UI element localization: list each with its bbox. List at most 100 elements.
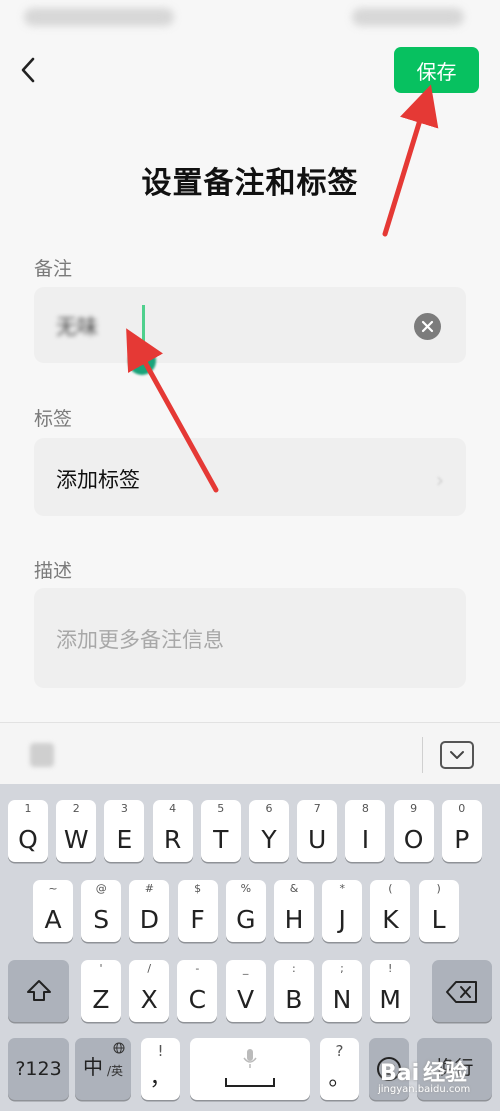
key-v-label: V — [237, 985, 255, 1014]
key-y[interactable]: 6Y — [249, 800, 289, 862]
key-c-label: C — [188, 985, 207, 1014]
text-cursor — [142, 305, 145, 343]
key-w-label: W — [63, 825, 89, 854]
tags-label: 标签 — [34, 408, 73, 430]
back-button[interactable] — [10, 52, 46, 88]
emoji-icon — [377, 1057, 401, 1081]
space-key[interactable] — [190, 1038, 310, 1100]
numbers-key[interactable]: ?123 — [8, 1038, 69, 1100]
key-e-label: E — [116, 825, 133, 854]
key-z-sub: ' — [99, 962, 103, 975]
key-t[interactable]: 5T — [200, 800, 241, 862]
globe-icon — [113, 1042, 125, 1054]
chevron-left-icon — [21, 57, 35, 83]
key-o-sub: 9 — [410, 802, 418, 815]
shift-key[interactable] — [8, 960, 69, 1022]
key-u-sub: 7 — [313, 802, 321, 815]
key-t-label: T — [213, 825, 229, 854]
key-k-label: K — [382, 905, 399, 934]
key-z[interactable]: ' Z — [81, 960, 121, 1022]
language-key[interactable]: 中 /英 — [75, 1038, 131, 1100]
key-b[interactable]: :B — [273, 960, 314, 1022]
key-i[interactable]: 8I — [345, 800, 386, 862]
key-l-sub: ) — [436, 882, 441, 895]
backspace-key[interactable] — [432, 960, 492, 1022]
key-e-sub: 3 — [120, 802, 128, 815]
enter-key[interactable]: 换行 — [417, 1038, 492, 1100]
key-x[interactable]: / X — [129, 960, 170, 1022]
key-g[interactable]: % G — [225, 880, 266, 942]
key-p-sub: 0 — [458, 802, 466, 815]
description-input[interactable]: 添加更多备注信息 — [34, 588, 466, 688]
key-a[interactable]: ~ A — [33, 880, 73, 942]
key-d[interactable]: # D — [129, 880, 170, 942]
keyboard-toolbar — [0, 722, 500, 784]
period-key-sub: ? — [335, 1042, 344, 1060]
key-x-label: X — [140, 985, 158, 1014]
key-m[interactable]: ! M — [370, 960, 411, 1022]
save-button[interactable]: 保存 — [394, 47, 479, 93]
key-o[interactable]: 9O — [393, 800, 434, 862]
enter-key-label: 换行 — [435, 1057, 474, 1079]
key-g-label: G — [236, 905, 256, 934]
key-e[interactable]: 3E — [104, 800, 145, 862]
key-f[interactable]: $ F — [177, 880, 218, 942]
key-y-sub: 6 — [265, 802, 273, 815]
key-g-sub: % — [240, 882, 252, 895]
key-y-label: Y — [261, 825, 277, 854]
key-q[interactable]: 1Q — [8, 800, 48, 862]
key-i-sub: 8 — [361, 802, 369, 815]
key-l[interactable]: ) L — [418, 880, 459, 942]
key-j-label: J — [338, 905, 346, 934]
key-h[interactable]: & H — [274, 880, 314, 942]
key-x-sub: / — [147, 962, 152, 975]
key-l-label: L — [431, 905, 446, 934]
key-j[interactable]: * J — [322, 880, 363, 942]
key-d-sub: # — [144, 882, 154, 895]
space-bar-icon — [225, 1078, 275, 1087]
nav-bar: 保存 — [0, 40, 500, 110]
key-b-sub: : — [291, 962, 296, 975]
key-p[interactable]: 0P — [441, 800, 482, 862]
key-q-label: Q — [18, 825, 38, 854]
chevron-down-icon — [450, 751, 464, 759]
microphone-icon — [243, 1049, 257, 1068]
keyboard-menu-icon[interactable] — [30, 743, 54, 767]
key-m-sub: ! — [387, 962, 393, 975]
cursor-handle[interactable] — [128, 347, 156, 375]
key-n[interactable]: ; N — [322, 960, 362, 1022]
key-k[interactable]: (K — [370, 880, 411, 942]
clear-button[interactable] — [414, 313, 441, 340]
key-u-label: U — [308, 825, 327, 854]
status-system-info — [352, 8, 464, 26]
numbers-key-label: ?123 — [15, 1058, 62, 1080]
key-u[interactable]: 7U — [297, 800, 338, 862]
comma-key-sub: ! — [157, 1042, 164, 1060]
remark-label: 备注 — [34, 258, 73, 280]
key-w[interactable]: 2W — [56, 800, 97, 862]
key-c[interactable]: -C — [177, 960, 218, 1022]
remark-input[interactable]: 无味 — [34, 287, 466, 375]
comma-key[interactable]: ! ， — [141, 1038, 180, 1100]
key-h-label: H — [284, 905, 304, 934]
key-s[interactable]: @ S — [81, 880, 122, 942]
description-label: 描述 — [34, 560, 73, 582]
period-key[interactable]: ? 。 — [320, 1038, 359, 1100]
key-r-sub: 4 — [169, 802, 177, 815]
key-i-label: I — [361, 825, 370, 854]
hide-keyboard-button[interactable] — [440, 741, 474, 769]
key-w-sub: 2 — [72, 802, 80, 815]
keyboard: ?123 中 /英 ! ， ? 。 换行 1 Q 2 W 3 E 4 R 5 T… — [0, 784, 500, 1111]
close-icon — [421, 320, 434, 333]
key-n-label: N — [332, 985, 352, 1014]
key-z-label: Z — [92, 985, 110, 1014]
key-d-label: D — [139, 905, 160, 934]
key-v[interactable]: _ V — [225, 960, 266, 1022]
key-q-sub: 1 — [24, 802, 32, 815]
status-carrier-info — [24, 8, 174, 26]
emoji-key[interactable] — [369, 1038, 409, 1100]
tags-field[interactable]: 添加标签 › — [34, 438, 466, 516]
key-r[interactable]: 4R — [152, 800, 193, 862]
key-s-label: S — [93, 905, 110, 934]
chevron-right-icon: › — [436, 468, 444, 492]
